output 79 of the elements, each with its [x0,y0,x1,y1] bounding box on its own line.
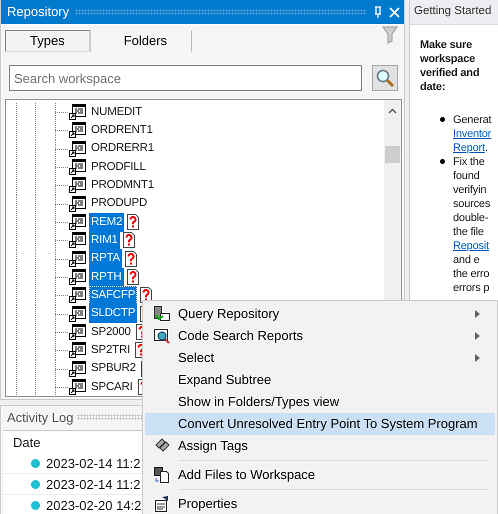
log-date: 2023-02-20 14:2 [46,496,142,514]
program-icon [69,159,86,176]
tab[interactable]: Getting Started [410,0,498,25]
heading-line: Make sure [420,38,474,52]
tree-item[interactable]: RPTA [89,249,122,268]
text-line: found [453,170,480,182]
menu-item[interactable]: Query Repository [145,303,495,325]
program-icon [69,177,86,194]
panel-title: Activity Log [7,408,74,427]
tree-item[interactable]: SP2000 [89,322,133,342]
filter-icon[interactable] [382,26,398,44]
text-line: the file [453,226,484,238]
program-icon [69,196,86,212]
tree-item[interactable]: ORDRENT1 [89,121,155,140]
pin-icon[interactable] [373,6,383,18]
properties-icon [153,495,171,513]
tree-item[interactable]: SPCARI [89,378,135,396]
program-icon [69,287,86,304]
tree-item[interactable]: RPTH [89,268,124,287]
text-line: the erro [453,268,490,280]
tree-item[interactable]: SPBUR2 [89,359,138,378]
program-icon [69,250,86,267]
tree-item[interactable]: PRODFILL [89,158,148,177]
log-date: 2023-02-14 11:2 [46,454,140,472]
addfiles-icon [153,466,171,484]
text-line: sources [453,198,490,210]
program-icon [69,269,86,286]
menu-item[interactable]: Properties [145,493,495,514]
tab[interactable]: Types [5,30,91,52]
scroll-up-icon[interactable] [388,108,397,114]
search-button[interactable] [372,65,398,91]
close-icon[interactable] [389,6,400,18]
query-icon [153,305,171,323]
menu-item[interactable]: Convert Unresolved Entry Point To System Program [145,413,495,435]
tree-item[interactable]: RIM1 [89,230,120,250]
program-icon [69,104,86,120]
text-line: verifyin [453,184,486,196]
heading-line: date: [420,80,446,94]
heading-line: workspace [420,52,476,66]
scroll-thumb[interactable] [385,146,400,163]
log-date: 2023-02-14 11:2 [46,476,140,494]
menu-item[interactable]: Expand Subtree [145,369,495,391]
menu-item[interactable]: Add Files to Workspace [145,464,495,486]
search-field[interactable]: Search workspace [9,65,362,91]
tab[interactable]: Folders [98,30,192,52]
bullet-icon [440,159,445,164]
program-icon [69,214,86,230]
codesearch-icon [153,327,171,345]
tree-item[interactable]: PRODUPD [89,194,150,214]
heading-line: verified and [420,66,480,80]
tree-item[interactable]: SLDCTP [89,304,138,324]
link[interactable]: Reposit [453,240,489,252]
link[interactable]: Inventor [453,128,492,140]
link[interactable]: Report [453,142,485,154]
tree-item[interactable]: ORDRERR1 [89,139,156,158]
menu-item[interactable]: Assign Tags [145,435,495,457]
menu-item[interactable]: Code Search Reports [145,325,495,347]
text-line: double- [453,212,488,224]
text-line: . [484,142,488,154]
program-icon [69,232,86,248]
program-icon [69,324,86,340]
program-icon [69,342,86,358]
program-icon [69,360,86,377]
program-icon [69,306,86,322]
text-line: Fix the [453,156,485,168]
tree-item[interactable]: PRODMNT1 [89,176,156,195]
text-line: Generat [453,114,492,126]
text-line: and e [453,254,480,266]
panel-title: Repository [7,3,70,22]
tree-item[interactable]: SAFCFP [89,286,138,305]
menu-item[interactable]: Show in Folders/Types view [145,391,495,413]
menu-item[interactable]: Select [145,347,495,369]
tree-item[interactable]: SP2TRI [89,340,132,360]
tree-item[interactable]: REM2 [89,212,124,232]
program-icon [69,140,86,157]
tree-item[interactable]: NUMEDIT [89,102,144,122]
program-icon [69,122,86,138]
bullet-icon [440,117,445,122]
text-line: errors p [453,282,490,294]
